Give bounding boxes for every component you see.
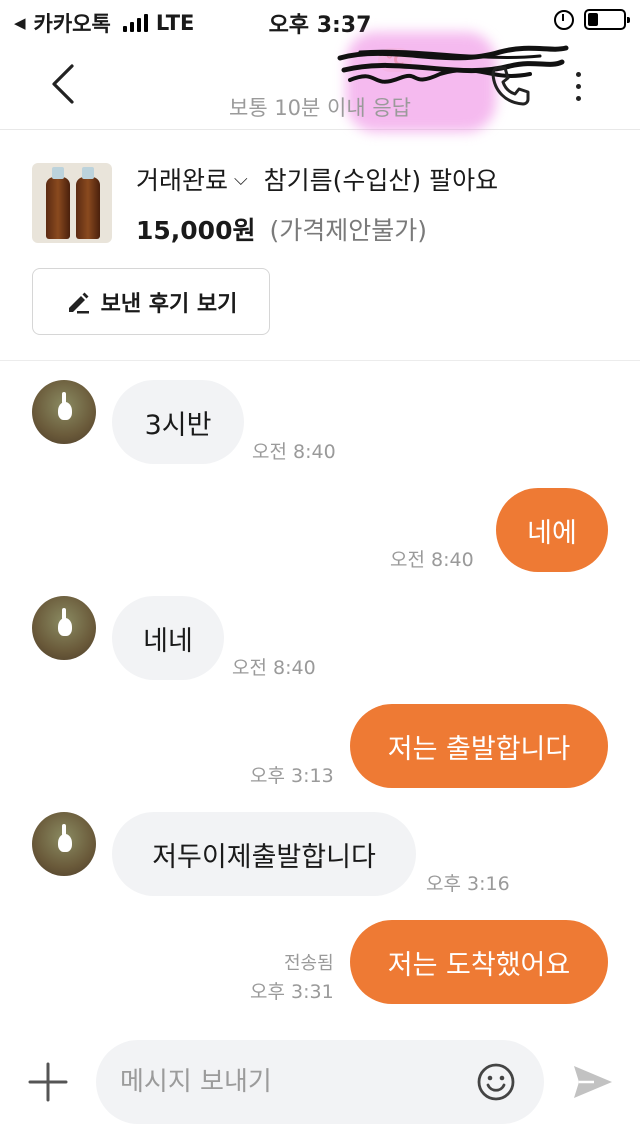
redaction-scribble [337, 45, 569, 84]
status-time: 오후 3:37 [268, 13, 372, 38]
partner-avatar[interactable] [32, 380, 96, 444]
message-time: 오후 3:16 [426, 873, 510, 895]
product-info: 거래완료 ⌵ 참기름(수입산) 팔아요 15,000원 (가격제안불가) [136, 161, 498, 247]
more-options-button[interactable] [564, 62, 592, 110]
message-input-container[interactable] [96, 1040, 544, 1124]
message-time: 오후 3:13 [250, 765, 334, 787]
incoming-message[interactable]: 저두이제출발합니다 [112, 812, 416, 896]
incoming-message[interactable]: 3시반 [112, 380, 244, 464]
status-right [554, 9, 630, 30]
response-time: 보통 10분 이내 응답 [229, 96, 411, 120]
smiley-icon [477, 1063, 515, 1101]
battery-icon [584, 9, 630, 30]
message-time: 오전 8:40 [390, 549, 474, 571]
outgoing-message[interactable]: 네에 [496, 488, 608, 572]
call-button[interactable] [486, 62, 534, 110]
product-thumbnail[interactable] [32, 163, 112, 243]
message-time: 오전 8:40 [232, 657, 316, 679]
product-price: 15,000원 [136, 216, 256, 245]
message-time: 오전 8:40 [252, 441, 336, 463]
review-button-label: 보낸 후기 보기 [100, 291, 238, 317]
outgoing-message[interactable]: 저는 도착했어요 [350, 920, 608, 1004]
chevron-down-icon[interactable]: ⌵ [234, 169, 248, 190]
status-bar: ◀ 카카오톡 LTE 오후 3:37 [0, 0, 640, 40]
bottle-image [76, 167, 100, 239]
chevron-left-icon [52, 64, 74, 104]
outgoing-message[interactable]: 저는 출발합니다 [350, 704, 608, 788]
back-button[interactable] [44, 60, 84, 108]
message-input[interactable] [120, 1060, 460, 1104]
attach-button[interactable] [28, 1062, 68, 1102]
message-time: 오후 3:31 [250, 981, 334, 1003]
view-sent-review-button[interactable]: 보낸 후기 보기 [32, 268, 270, 335]
plus-icon [28, 1062, 68, 1102]
title-area: °C 보통 10분 이내 응답 [150, 32, 569, 132]
more-vertical-icon [575, 71, 581, 77]
pencil-icon [68, 292, 89, 313]
product-title: 참기름(수입산) 팔아요 [263, 166, 499, 195]
send-icon [574, 1066, 612, 1098]
product-price-row: 15,000원 (가격제안불가) [136, 211, 498, 247]
chat-header: °C 보통 10분 이내 응답 [0, 32, 640, 132]
bottle-image [46, 167, 70, 239]
price-negotiation: (가격제안불가) [269, 216, 427, 245]
partner-avatar[interactable] [32, 812, 96, 876]
sent-status: 전송됨 [284, 953, 334, 974]
alarm-icon [554, 9, 574, 30]
emoji-button[interactable] [476, 1062, 516, 1102]
product-status-row: 거래완료 ⌵ 참기름(수입산) 팔아요 [136, 161, 498, 197]
product-card[interactable]: 거래완료 ⌵ 참기름(수입산) 팔아요 15,000원 (가격제안불가) 보낸 … [0, 131, 640, 361]
chat-screen: ◀ 카카오톡 LTE 오후 3:37 °C [0, 0, 640, 1136]
trade-status-dropdown[interactable]: 거래완료 [136, 161, 228, 197]
partner-avatar[interactable] [32, 596, 96, 660]
send-button[interactable] [570, 1060, 614, 1104]
incoming-message[interactable]: 네네 [112, 596, 224, 680]
phone-icon [491, 66, 530, 106]
